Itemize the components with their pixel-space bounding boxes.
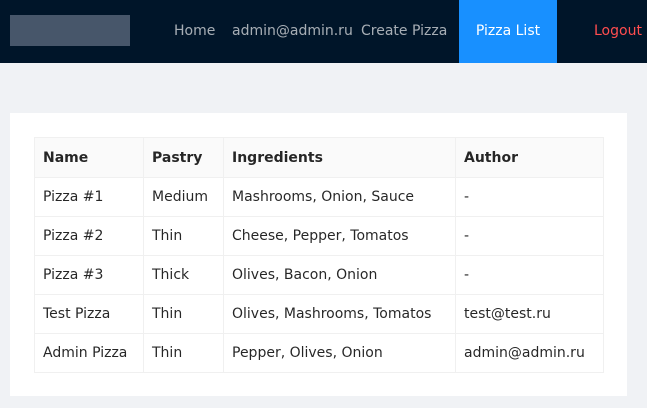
table-row[interactable]: Pizza #2 Thin Cheese, Pepper, Tomatos - — [34, 216, 604, 256]
column-header-name: Name — [34, 137, 144, 178]
cell-pastry: Medium — [143, 177, 224, 217]
cell-pastry: Thin — [143, 333, 224, 373]
nav-pizza-list[interactable]: Pizza List — [459, 0, 557, 63]
content-card: Name Pastry Ingredients Author Pizza #1 … — [10, 113, 627, 396]
cell-ingredients: Olives, Bacon, Onion — [223, 255, 456, 295]
cell-name: Test Pizza — [34, 294, 144, 334]
nav-menu: Home admin@admin.ru Create Pizza Pizza L… — [0, 0, 647, 63]
table-row[interactable]: Test Pizza Thin Olives, Mashrooms, Tomat… — [34, 294, 604, 334]
column-header-author: Author — [455, 137, 604, 178]
cell-pastry: Thin — [143, 294, 224, 334]
column-header-ingredients: Ingredients — [223, 137, 456, 178]
cell-pastry: Thin — [143, 216, 224, 256]
table-row[interactable]: Admin Pizza Thin Pepper, Olives, Onion a… — [34, 333, 604, 373]
column-header-pastry: Pastry — [143, 137, 224, 178]
table-row[interactable]: Pizza #3 Thick Olives, Bacon, Onion - — [34, 255, 604, 295]
cell-ingredients: Cheese, Pepper, Tomatos — [223, 216, 456, 256]
pizza-table: Name Pastry Ingredients Author Pizza #1 … — [34, 137, 604, 373]
cell-ingredients: Olives, Mashrooms, Tomatos — [223, 294, 456, 334]
cell-name: Pizza #2 — [34, 216, 144, 256]
cell-author: - — [455, 255, 604, 295]
cell-ingredients: Mashrooms, Onion, Sauce — [223, 177, 456, 217]
cell-author: - — [455, 216, 604, 256]
cell-ingredients: Pepper, Olives, Onion — [223, 333, 456, 373]
nav-user-email[interactable]: admin@admin.ru — [232, 0, 353, 63]
table-header-row: Name Pastry Ingredients Author — [34, 137, 604, 178]
nav-logout[interactable]: Logout — [594, 0, 642, 63]
table-row[interactable]: Pizza #1 Medium Mashrooms, Onion, Sauce … — [34, 177, 604, 217]
nav-home[interactable]: Home — [174, 0, 215, 63]
cell-name: Pizza #3 — [34, 255, 144, 295]
cell-author: - — [455, 177, 604, 217]
cell-pastry: Thick — [143, 255, 224, 295]
cell-name: Admin Pizza — [34, 333, 144, 373]
top-navbar: Home admin@admin.ru Create Pizza Pizza L… — [0, 0, 647, 63]
cell-name: Pizza #1 — [34, 177, 144, 217]
nav-create-pizza[interactable]: Create Pizza — [361, 0, 447, 63]
cell-author: test@test.ru — [455, 294, 604, 334]
cell-author: admin@admin.ru — [455, 333, 604, 373]
